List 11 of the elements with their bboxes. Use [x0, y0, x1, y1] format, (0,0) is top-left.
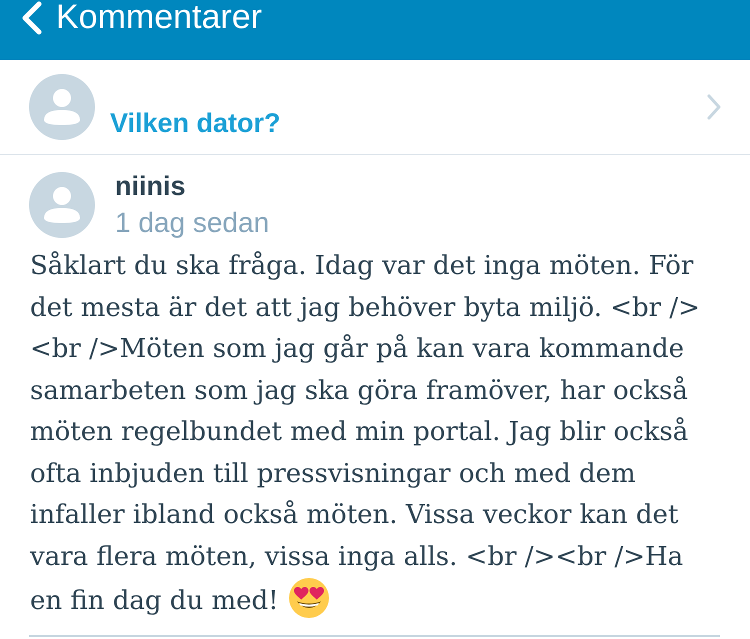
comment-author: niinis [115, 172, 186, 200]
comment-time: 1 dag sedan [115, 208, 270, 238]
comment-text: Såklart du ska fråga. Idag var det inga möten. För det mesta är det att jag behöver byta miljö. <br /><br />Möten som jag går på kan vara kommande samarbeten som jag ska göra framöver, har också möten regelbundet med min portal. Jag blir också ofta inbjuden till pressvisningar och med dem infaller ibland också möten. Vissa veckor kan det vara flera möten, vissa inga alls. <br /><br />Ha en fin dag du med! [29, 250, 701, 620]
page-title: Kommentarer [56, 0, 262, 34]
avatar-icon [29, 74, 95, 140]
heart-eyes-emoji-icon [288, 578, 329, 618]
chevron-right-icon [706, 93, 722, 121]
post-title[interactable]: Vilken dator? [110, 108, 281, 138]
post-row[interactable]: Vilken dator? [0, 60, 750, 155]
back-icon[interactable] [20, 1, 44, 35]
avatar-icon [29, 172, 95, 238]
